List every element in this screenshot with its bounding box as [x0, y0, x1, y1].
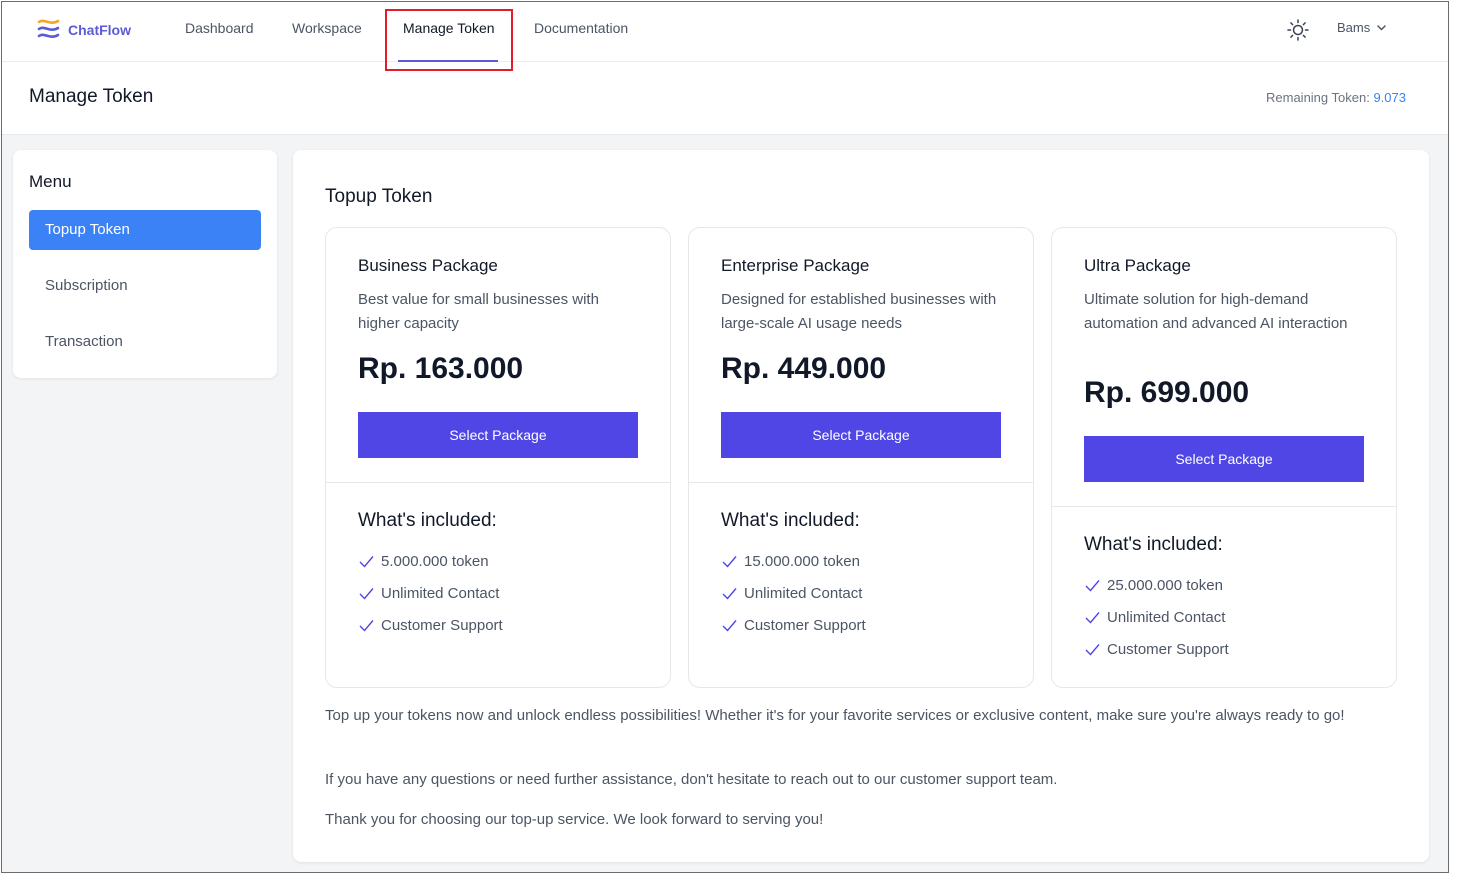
remaining-token-label: Remaining Token:: [1266, 90, 1370, 105]
card-divider: [689, 482, 1033, 483]
package-name: Enterprise Package: [721, 256, 870, 275]
brand-name: ChatFlow: [68, 22, 131, 38]
info-paragraph: If you have any questions or need furthe…: [325, 771, 1058, 788]
check-icon: [722, 556, 737, 568]
feature-item: Customer Support: [1084, 641, 1229, 658]
check-icon: [359, 620, 374, 632]
package-price: Rp. 699.000: [1084, 376, 1250, 409]
feature-item: Customer Support: [358, 617, 503, 634]
included-title: What's included:: [1084, 534, 1223, 555]
chatflow-logo-icon: [37, 19, 60, 38]
package-price: Rp. 449.000: [721, 352, 887, 385]
main-panel: Topup Token Business Package Best value …: [293, 150, 1429, 862]
app-window: ChatFlow Dashboard Workspace Manage Toke…: [1, 1, 1449, 873]
check-icon: [1085, 612, 1100, 624]
feature-label: 15.000.000 token: [744, 553, 860, 570]
feature-label: 25.000.000 token: [1107, 577, 1223, 594]
included-title: What's included:: [721, 510, 860, 531]
top-navbar: ChatFlow Dashboard Workspace Manage Toke…: [2, 2, 1448, 62]
feature-item: Unlimited Contact: [358, 585, 499, 602]
package-name: Ultra Package: [1084, 256, 1191, 275]
info-paragraph: Thank you for choosing our top-up servic…: [325, 811, 824, 828]
feature-label: Customer Support: [1107, 641, 1229, 658]
package-description: Designed for established businesses with…: [721, 291, 997, 332]
sun-icon: [1287, 19, 1309, 41]
sidebar-menu: Menu Topup Token Subscription Transactio…: [13, 150, 277, 378]
feature-label: Customer Support: [381, 617, 503, 634]
feature-label: Unlimited Contact: [744, 585, 863, 602]
remaining-token-value: 9.073: [1373, 90, 1406, 105]
check-icon: [359, 588, 374, 600]
select-package-button[interactable]: Select Package: [1084, 436, 1364, 482]
feature-item: 5.000.000 token: [358, 553, 489, 570]
card-divider: [1052, 506, 1396, 507]
nav-manage-token[interactable]: Manage Token: [403, 20, 495, 36]
theme-toggle-button[interactable]: [1285, 17, 1311, 43]
nav-dashboard[interactable]: Dashboard: [185, 20, 254, 36]
select-package-button[interactable]: Select Package: [358, 412, 638, 458]
package-card-ultra: Ultra Package Ultimate solution for high…: [1051, 227, 1397, 688]
feature-label: Customer Support: [744, 617, 866, 634]
select-package-button[interactable]: Select Package: [721, 412, 1001, 458]
feature-item: Unlimited Contact: [1084, 609, 1225, 626]
package-card-enterprise: Enterprise Package Designed for establis…: [688, 227, 1034, 688]
sidebar-item-subscription[interactable]: Subscription: [29, 266, 261, 306]
page-header: Manage Token Remaining Token: 9.073: [2, 62, 1448, 135]
package-description: Ultimate solution for high-demand automa…: [1084, 291, 1348, 332]
included-title: What's included:: [358, 510, 497, 531]
user-menu[interactable]: Bams: [1337, 20, 1387, 35]
user-name: Bams: [1337, 20, 1371, 35]
section-title: Topup Token: [325, 186, 433, 207]
feature-item: Unlimited Contact: [721, 585, 862, 602]
chevron-down-icon: [1377, 25, 1386, 31]
card-divider: [326, 482, 670, 483]
check-icon: [722, 620, 737, 632]
sidebar-item-transaction[interactable]: Transaction: [29, 322, 261, 362]
feature-label: Unlimited Contact: [381, 585, 500, 602]
check-icon: [359, 556, 374, 568]
info-paragraph: Top up your tokens now and unlock endles…: [325, 707, 1345, 724]
nav-workspace[interactable]: Workspace: [292, 20, 362, 36]
brand-logo[interactable]: ChatFlow: [36, 16, 131, 44]
check-icon: [722, 588, 737, 600]
check-icon: [1085, 644, 1100, 656]
package-price: Rp. 163.000: [358, 352, 524, 385]
sidebar-item-topup-token[interactable]: Topup Token: [29, 210, 261, 250]
sidebar-title: Menu: [29, 172, 72, 191]
feature-label: 5.000.000 token: [381, 553, 489, 570]
feature-item: 15.000.000 token: [721, 553, 860, 570]
feature-item: Customer Support: [721, 617, 866, 634]
check-icon: [1085, 580, 1100, 592]
package-description: Best value for small businesses with hig…: [358, 291, 599, 332]
package-card-business: Business Package Best value for small bu…: [325, 227, 671, 688]
feature-label: Unlimited Contact: [1107, 609, 1226, 626]
package-name: Business Package: [358, 256, 498, 275]
remaining-token: Remaining Token: 9.073: [1266, 90, 1406, 105]
feature-item: 25.000.000 token: [1084, 577, 1223, 594]
page-title: Manage Token: [29, 86, 154, 107]
nav-documentation[interactable]: Documentation: [534, 20, 628, 36]
